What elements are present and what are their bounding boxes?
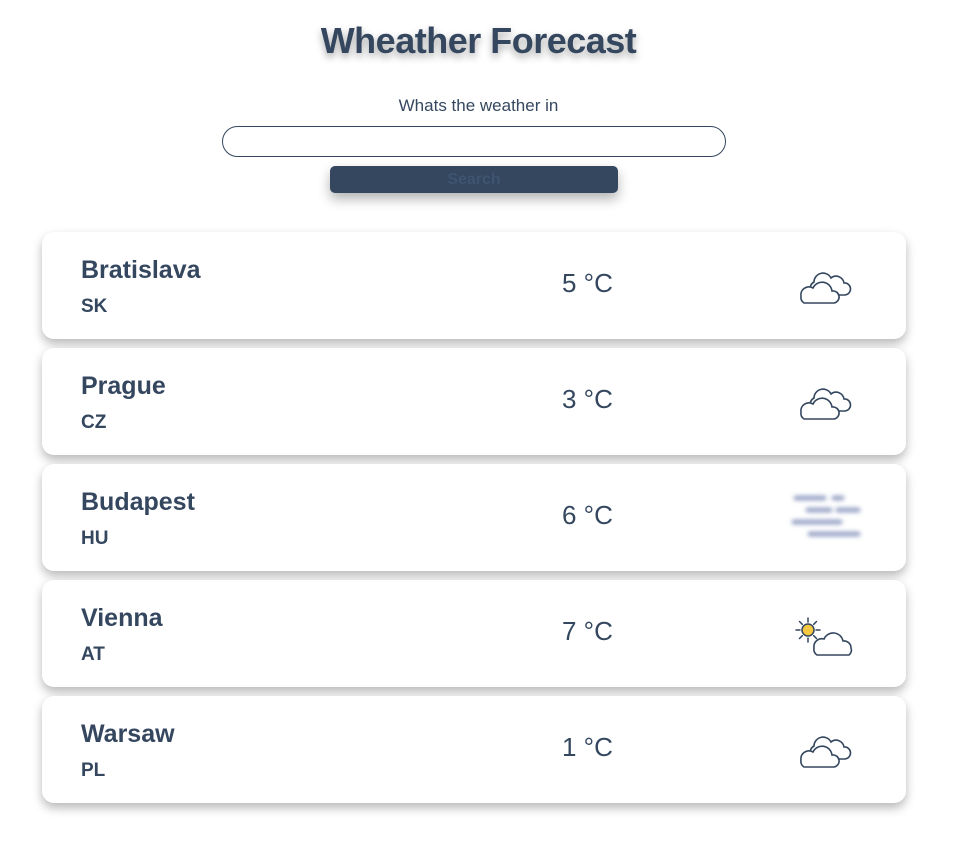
fog-icon <box>791 494 868 542</box>
country-code: AT <box>81 644 105 665</box>
partly-sunny-icon <box>792 610 868 658</box>
forecast-card-budapest[interactable]: Budapest HU 6 °C <box>42 464 906 571</box>
forecast-card-vienna[interactable]: Vienna AT 7 °C <box>42 580 906 687</box>
country-code: HU <box>81 528 109 549</box>
search-button[interactable]: Search <box>330 166 618 193</box>
temperature: 6 °C <box>562 500 613 530</box>
country-code: PL <box>81 760 106 781</box>
forecast-card-prague[interactable]: Prague CZ 3 °C <box>42 348 906 455</box>
city-name: Bratislava <box>81 256 201 284</box>
cloudy-icon <box>792 726 868 774</box>
city-name: Prague <box>81 372 166 400</box>
search-label: Whats the weather in <box>398 96 559 115</box>
city-name: Warsaw <box>81 720 175 748</box>
city-name: Budapest <box>81 488 195 516</box>
forecast-card-bratislava[interactable]: Bratislava SK 5 °C <box>42 232 906 339</box>
page-title: Wheather Forecast <box>320 20 637 61</box>
temperature: 3 °C <box>562 384 613 414</box>
country-code: SK <box>81 296 108 317</box>
country-code: CZ <box>81 412 107 433</box>
city-search-input[interactable] <box>222 126 726 157</box>
temperature: 7 °C <box>562 616 613 646</box>
temperature: 1 °C <box>562 732 613 762</box>
forecast-list: Bratislava SK 5 °C Prague CZ 3 °C Budape… <box>42 232 906 812</box>
cloudy-icon <box>792 378 868 426</box>
temperature: 5 °C <box>562 268 613 298</box>
forecast-card-warsaw[interactable]: Warsaw PL 1 °C <box>42 696 906 803</box>
cloudy-icon <box>792 262 868 310</box>
city-name: Vienna <box>81 604 163 632</box>
